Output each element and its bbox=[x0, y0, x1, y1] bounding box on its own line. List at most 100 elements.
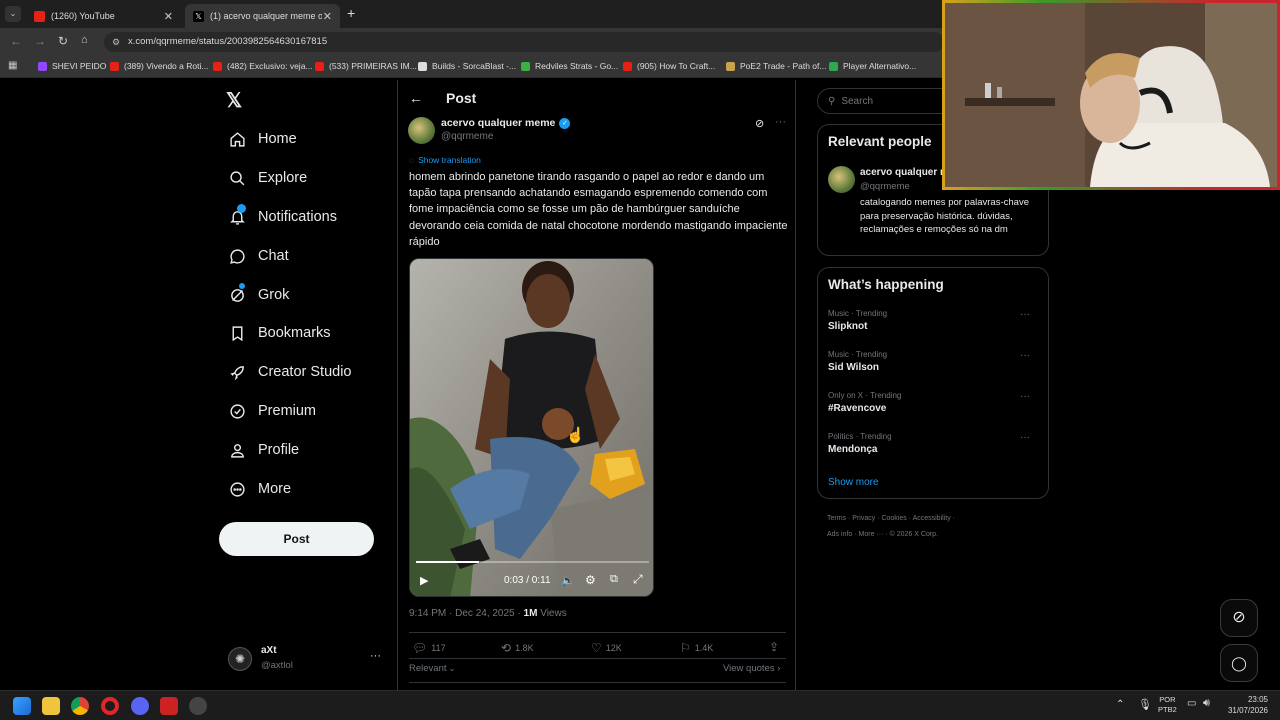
nav-notifications[interactable]: Notifications bbox=[228, 204, 337, 226]
bookmark-item[interactable]: Builds - SorcaBlast -... bbox=[418, 61, 516, 71]
settings-icon[interactable]: ⚙ bbox=[585, 573, 596, 587]
input-language[interactable]: POR PTB2 bbox=[1158, 695, 1177, 715]
trend-name: #Ravencove bbox=[828, 403, 887, 414]
rocket-icon bbox=[228, 363, 246, 381]
file-explorer-icon[interactable] bbox=[42, 697, 60, 715]
bell-icon bbox=[228, 204, 246, 226]
close-icon[interactable]: ✕ bbox=[323, 10, 332, 23]
bookmark-item[interactable]: Redviles Strats - Go... bbox=[521, 61, 618, 71]
reply-button[interactable]: 💬︎ 117 bbox=[412, 641, 446, 655]
person-avatar[interactable] bbox=[828, 166, 855, 193]
more-circle-icon bbox=[228, 480, 246, 498]
account-switcher[interactable]: ✺ aXt @axtlol ··· bbox=[228, 644, 388, 674]
back-icon[interactable]: ← bbox=[10, 34, 22, 48]
repost-button[interactable]: ⟲ 1.8K bbox=[501, 641, 534, 655]
trend-item[interactable]: Music · Trending Slipknot ··· bbox=[828, 309, 1040, 332]
person-name[interactable]: acervo qualquer m bbox=[860, 167, 949, 178]
play-icon[interactable]: ▶ bbox=[420, 574, 428, 587]
apps-grid-icon[interactable]: ▦ bbox=[8, 60, 17, 71]
post-more-icon[interactable]: ··· bbox=[775, 116, 786, 128]
account-more-icon[interactable]: ··· bbox=[370, 650, 381, 662]
messages-floating-button[interactable]: ◯ bbox=[1220, 644, 1258, 682]
volume-icon[interactable]: 🔈 bbox=[561, 574, 575, 587]
search-icon bbox=[228, 169, 246, 187]
more-icon[interactable]: ··· bbox=[1020, 350, 1030, 361]
show-more-link[interactable]: Show more bbox=[828, 477, 879, 488]
grok-floating-button[interactable]: ⊘ bbox=[1220, 599, 1258, 637]
nav-bookmarks[interactable]: Bookmarks bbox=[228, 324, 331, 342]
like-button[interactable]: ♡ 12K bbox=[591, 641, 622, 655]
bookmark-item[interactable]: SHEVI PEIDO bbox=[38, 61, 106, 71]
volume-icon[interactable]: 🔊︎ bbox=[1203, 697, 1210, 710]
nav-home[interactable]: Home bbox=[228, 130, 297, 148]
nav-more[interactable]: More bbox=[228, 480, 291, 498]
new-tab-button[interactable]: + bbox=[347, 5, 355, 21]
author-avatar[interactable] bbox=[408, 117, 435, 144]
post-timestamp[interactable]: 9:14 PM · Dec 24, 2025 · bbox=[409, 608, 524, 619]
browser-tab-youtube[interactable]: (1260) YouTube ✕ bbox=[26, 4, 181, 28]
app-icon[interactable] bbox=[189, 697, 207, 715]
bookmark-favicon-icon bbox=[418, 61, 427, 71]
more-icon[interactable]: ··· bbox=[1020, 391, 1030, 402]
nav-grok[interactable]: Grok bbox=[228, 283, 289, 304]
bookmark-item[interactable]: Player Alternativo... bbox=[829, 61, 916, 71]
show-translation-link[interactable]: ◌ Show translation bbox=[409, 155, 481, 165]
reload-icon[interactable]: ↻ bbox=[58, 34, 68, 48]
footer-links[interactable]: Terms · Privacy · Cookies · Accessibilit… bbox=[827, 515, 955, 522]
tab-list-dropdown[interactable]: ⌄ bbox=[5, 6, 21, 22]
close-icon[interactable]: ✕ bbox=[164, 10, 173, 23]
bookmark-button[interactable]: ⚐ 1.4K bbox=[680, 641, 713, 655]
bookmark-item[interactable]: (482) Exclusivo: veja... bbox=[213, 61, 313, 71]
repost-icon: ⟲ bbox=[501, 641, 512, 655]
discord-icon[interactable] bbox=[131, 697, 149, 715]
trend-item[interactable]: Only on X · Trending #Ravencove ··· bbox=[828, 391, 1040, 414]
verified-badge-icon: ✓ bbox=[559, 117, 571, 129]
app-icon[interactable] bbox=[160, 697, 178, 715]
bookmark-item[interactable]: PoE2 Trade - Path of... bbox=[726, 61, 826, 71]
tray-chevron-icon[interactable]: ⌃ bbox=[1116, 699, 1124, 710]
grok-analyze-icon[interactable]: ⊘ bbox=[755, 117, 764, 130]
video-progress-track[interactable] bbox=[416, 561, 649, 563]
nav-chat[interactable]: Chat bbox=[228, 247, 289, 265]
fullscreen-icon[interactable]: ⤢ bbox=[633, 572, 643, 587]
video-player[interactable]: ▶ 0:03 / 0:11 🔈 ⚙ ⧉ ⤢ bbox=[409, 258, 654, 597]
opera-icon[interactable] bbox=[101, 697, 119, 715]
browser-tab-x[interactable]: 𝕏 (1) acervo qualquer meme on X ✕ bbox=[185, 4, 340, 28]
site-info-icon[interactable]: ⚙ bbox=[112, 32, 120, 52]
trend-item[interactable]: Politics · Trending Mendonça ··· bbox=[828, 432, 1040, 455]
clock[interactable]: 23:05 31/07/2026 bbox=[1222, 694, 1268, 716]
bookmark-item[interactable]: (533) PRIMEIRAS IM... bbox=[315, 61, 417, 71]
author-name-row[interactable]: acervo qualquer meme ✓ bbox=[441, 117, 571, 129]
microphone-icon[interactable]: 🎙︎ bbox=[1138, 698, 1152, 711]
more-icon[interactable]: ··· bbox=[1020, 309, 1030, 320]
youtube-icon bbox=[110, 61, 119, 71]
post-button[interactable]: Post bbox=[219, 522, 374, 556]
trend-item[interactable]: Music · Trending Sid Wilson ··· bbox=[828, 350, 1040, 373]
home-icon[interactable]: ⌂ bbox=[81, 34, 88, 46]
nav-profile[interactable]: Profile bbox=[228, 441, 299, 459]
x-logo-icon[interactable]: 𝕏 bbox=[226, 88, 242, 113]
account-name: aXt bbox=[261, 645, 277, 656]
trend-name: Mendonça bbox=[828, 444, 878, 455]
dock-icon[interactable]: ⧉ bbox=[610, 573, 618, 586]
more-icon[interactable]: ··· bbox=[1020, 432, 1030, 443]
windows-start-icon[interactable] bbox=[13, 697, 31, 715]
url-field[interactable]: ⚙ x.com/qqrmeme/status/20039825646301678… bbox=[104, 32, 944, 52]
author-handle[interactable]: @qqrmeme bbox=[441, 131, 493, 142]
bookmark-item[interactable]: (389) Vivendo a Roti... bbox=[110, 61, 208, 71]
nav-explore[interactable]: Explore bbox=[228, 169, 307, 187]
sort-replies-dropdown[interactable]: Relevant ⌄ bbox=[409, 663, 455, 674]
grok-badge bbox=[239, 283, 245, 289]
share-icon[interactable]: ⇪ bbox=[769, 640, 779, 654]
network-icon[interactable]: ▭ bbox=[1187, 698, 1196, 709]
nav-premium[interactable]: Premium bbox=[228, 402, 316, 420]
back-arrow-icon[interactable]: ← bbox=[409, 90, 423, 106]
footer-links-2[interactable]: Ads info · More ··· · © 2026 X Corp. bbox=[827, 531, 938, 538]
bookmark-item[interactable]: (905) How To Craft... bbox=[623, 61, 715, 71]
view-quotes-link[interactable]: View quotes › bbox=[723, 663, 780, 674]
nav-creator-studio[interactable]: Creator Studio bbox=[228, 363, 352, 381]
person-bio: catalogando memes por palavras-chave par… bbox=[860, 197, 1029, 235]
forward-icon[interactable]: → bbox=[34, 34, 46, 48]
video-time: 0:03 / 0:11 bbox=[504, 575, 551, 586]
chrome-icon[interactable] bbox=[71, 697, 89, 715]
